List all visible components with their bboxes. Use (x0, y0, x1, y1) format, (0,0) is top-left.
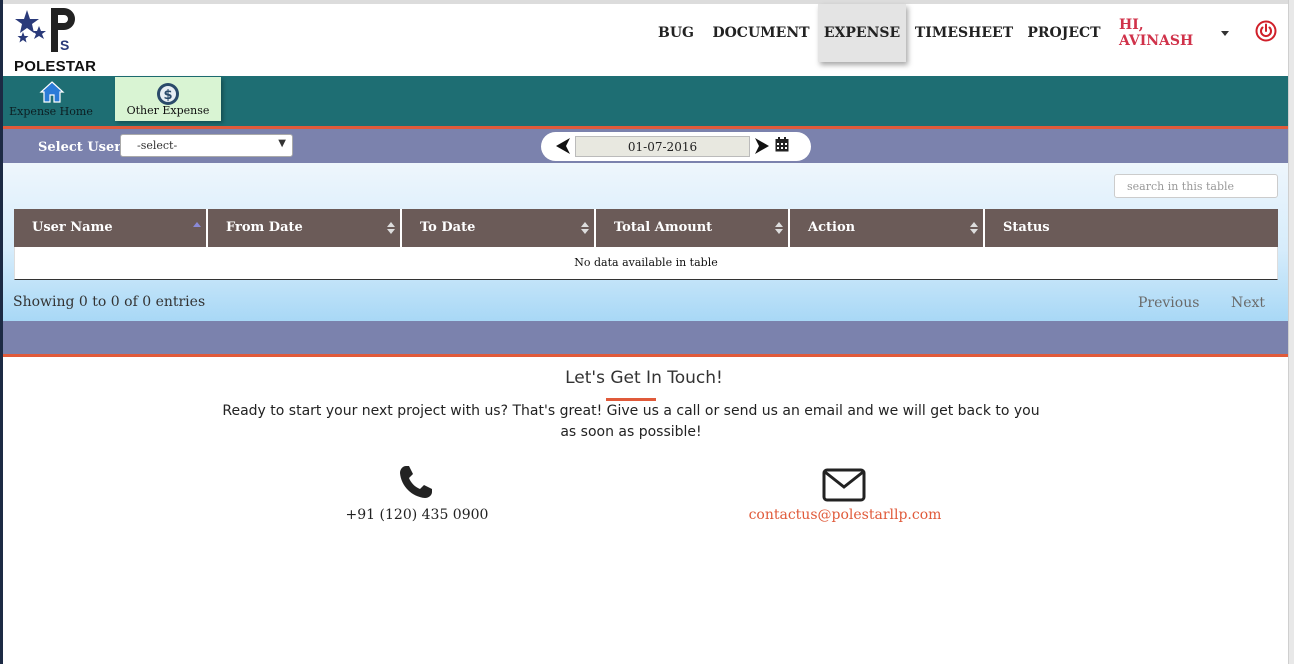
submenu-label: Expense Home (9, 105, 93, 118)
brand-name: POLESTAR (14, 58, 97, 75)
column-header-status[interactable]: Status (985, 209, 1278, 247)
caret-down-icon (1221, 30, 1229, 36)
date-navigator: 01-07-2016 (541, 132, 811, 161)
contact-text: Ready to start your next project with us… (222, 403, 1040, 440)
nav-document[interactable]: DOCUMENT (712, 4, 809, 62)
column-label: Action (808, 220, 856, 235)
select-user-dropdown[interactable]: -select- ▼ (120, 134, 293, 157)
user-greeting: HI, AVINASH (1119, 17, 1194, 49)
chevron-down-icon: ▼ (278, 138, 286, 149)
sort-icon (970, 222, 978, 234)
contact-phone[interactable]: +91 (120) 435 0900 (310, 507, 524, 523)
column-label: User Name (32, 220, 113, 235)
expense-table-panel: search in this table User Name From Date… (3, 163, 1288, 321)
logo-mark-icon: S (15, 8, 75, 53)
power-icon[interactable] (1255, 20, 1277, 42)
column-label: From Date (226, 220, 303, 235)
expense-table: User Name From Date To Date Total Amount… (14, 209, 1278, 280)
home-icon (39, 81, 65, 103)
select-user-value: -select- (137, 139, 178, 152)
table-info: Showing 0 to 0 of 0 entries (13, 294, 206, 310)
top-header: S POLESTAR BUG DOCUMENT EXPENSE TIMESHEE… (3, 4, 1288, 76)
scrollbar[interactable] (1288, 0, 1294, 664)
sort-asc-icon (193, 222, 201, 227)
column-header-to-date[interactable]: To Date (402, 209, 596, 247)
submenu-expense-home[interactable]: Expense Home (9, 76, 93, 122)
submenu-other-expense[interactable]: $ Other Expense (115, 77, 221, 121)
svg-text:$: $ (163, 88, 172, 103)
submenu-label: Other Expense (126, 104, 210, 117)
arrow-left-icon[interactable] (555, 137, 571, 155)
date-input[interactable]: 01-07-2016 (575, 136, 750, 157)
column-label: To Date (420, 220, 476, 235)
select-user-label: Select User : (38, 140, 131, 155)
arrow-right-icon[interactable] (754, 137, 770, 155)
nav-expense[interactable]: EXPENSE (818, 4, 906, 62)
sort-icon (387, 222, 395, 234)
nav-bug[interactable]: BUG (655, 4, 697, 62)
accent-divider (3, 354, 1288, 357)
user-menu[interactable]: HI, AVINASH (1119, 4, 1229, 62)
column-label: Total Amount (614, 220, 713, 235)
nav-timesheet[interactable]: TIMESHEET (915, 4, 1013, 62)
column-header-action[interactable]: Action (790, 209, 985, 247)
contact-title: Let's Get In Touch! (565, 368, 723, 388)
column-header-user-name[interactable]: User Name (14, 209, 208, 247)
table-header: User Name From Date To Date Total Amount… (14, 209, 1278, 247)
filter-bar: Select User : -select- ▼ 01-07-2016 (3, 129, 1288, 163)
phone-icon (400, 466, 432, 498)
nav-project[interactable]: PROJECT (1027, 4, 1101, 62)
calendar-icon[interactable] (775, 137, 789, 152)
column-label: Status (1003, 220, 1050, 235)
table-search-input[interactable]: search in this table (1114, 174, 1278, 198)
table-empty-row: No data available in table (14, 247, 1278, 280)
pager-next-button[interactable]: Next (1231, 295, 1265, 311)
sort-icon (775, 222, 783, 234)
column-header-from-date[interactable]: From Date (208, 209, 402, 247)
dollar-coin-icon: $ (157, 83, 179, 105)
envelope-icon (822, 468, 866, 502)
polestar-logo[interactable]: S POLESTAR (13, 6, 97, 75)
column-header-total-amount[interactable]: Total Amount (596, 209, 790, 247)
pager-previous-button[interactable]: Previous (1138, 295, 1199, 311)
contact-email-link[interactable]: contactus@polestarllp.com (715, 507, 975, 523)
expense-submenu: Expense Home $ Other Expense (3, 76, 1288, 126)
footer-bar (3, 321, 1288, 354)
sort-icon (581, 222, 589, 234)
svg-text:S: S (60, 37, 69, 53)
